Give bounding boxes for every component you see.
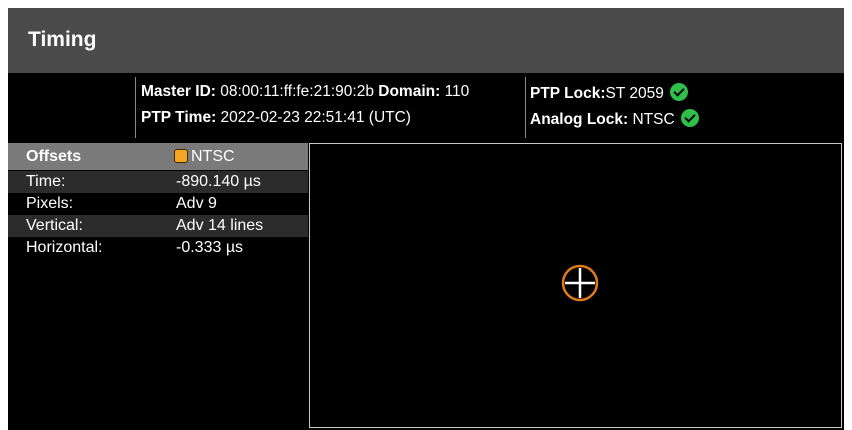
offset-row-time: Time: -890.140 µs bbox=[8, 171, 308, 193]
offset-value: -890.140 µs bbox=[176, 173, 261, 190]
offset-row-vertical: Vertical: Adv 14 lines bbox=[8, 215, 308, 237]
offset-row-horizontal: Horizontal: -0.333 µs bbox=[8, 237, 308, 259]
offset-value: -0.333 µs bbox=[176, 239, 244, 256]
offset-value: Adv 14 lines bbox=[176, 217, 264, 234]
ptp-lock-value: ST 2059 bbox=[605, 85, 664, 102]
check-circle-icon bbox=[669, 83, 688, 101]
crosshair-target-icon bbox=[561, 264, 599, 302]
standard-label: NTSC bbox=[191, 148, 235, 165]
master-id-value: 08:00:11:ff:fe:21:90:2b bbox=[220, 83, 374, 100]
offsets-panel: Offsets NTSC Time: -890.140 µs Pixels: A… bbox=[8, 143, 308, 430]
master-domain-line: Master ID: 08:00:11:ff:fe:21:90:2b Domai… bbox=[141, 83, 469, 101]
offset-row-pixels: Pixels: Adv 9 bbox=[8, 193, 308, 215]
ptp-time-line: PTP Time: 2022-02-23 22:51:41 (UTC) bbox=[141, 109, 411, 127]
offsets-title: Offsets bbox=[26, 148, 82, 165]
offset-label: Time: bbox=[26, 173, 66, 190]
master-id-label: Master ID: bbox=[141, 83, 216, 100]
ptp-time-value: 2022-02-23 22:51:41 (UTC) bbox=[220, 109, 411, 126]
offset-label: Horizontal: bbox=[26, 239, 103, 256]
standard-color-icon bbox=[174, 149, 188, 163]
offset-value: Adv 9 bbox=[176, 195, 217, 212]
analog-lock-label: Analog Lock: bbox=[530, 111, 629, 128]
ptp-time-label: PTP Time: bbox=[141, 109, 217, 126]
info-divider-right bbox=[525, 77, 526, 138]
analog-lock-line: Analog Lock: NTSC bbox=[530, 109, 699, 129]
info-divider-left bbox=[135, 77, 136, 138]
ptp-lock-label: PTP Lock: bbox=[530, 85, 606, 102]
analog-lock-value: NTSC bbox=[632, 111, 675, 128]
check-circle-icon bbox=[680, 109, 699, 127]
timing-panel: Timing Master ID: 08:00:11:ff:fe:21:90:2… bbox=[8, 8, 844, 430]
domain-label: Domain: bbox=[378, 83, 441, 100]
panel-title: Timing bbox=[28, 28, 97, 51]
timing-display[interactable] bbox=[309, 143, 842, 428]
offset-label: Pixels: bbox=[26, 195, 74, 212]
ptp-info-bar: Master ID: 08:00:11:ff:fe:21:90:2b Domai… bbox=[8, 73, 844, 142]
title-bar: Timing bbox=[8, 8, 844, 73]
standard-indicator: NTSC bbox=[174, 148, 235, 166]
ptp-lock-line: PTP Lock:ST 2059 bbox=[530, 83, 688, 103]
domain-value: 110 bbox=[444, 83, 470, 100]
offset-label: Vertical: bbox=[26, 217, 83, 234]
offsets-header: Offsets NTSC bbox=[8, 143, 308, 170]
